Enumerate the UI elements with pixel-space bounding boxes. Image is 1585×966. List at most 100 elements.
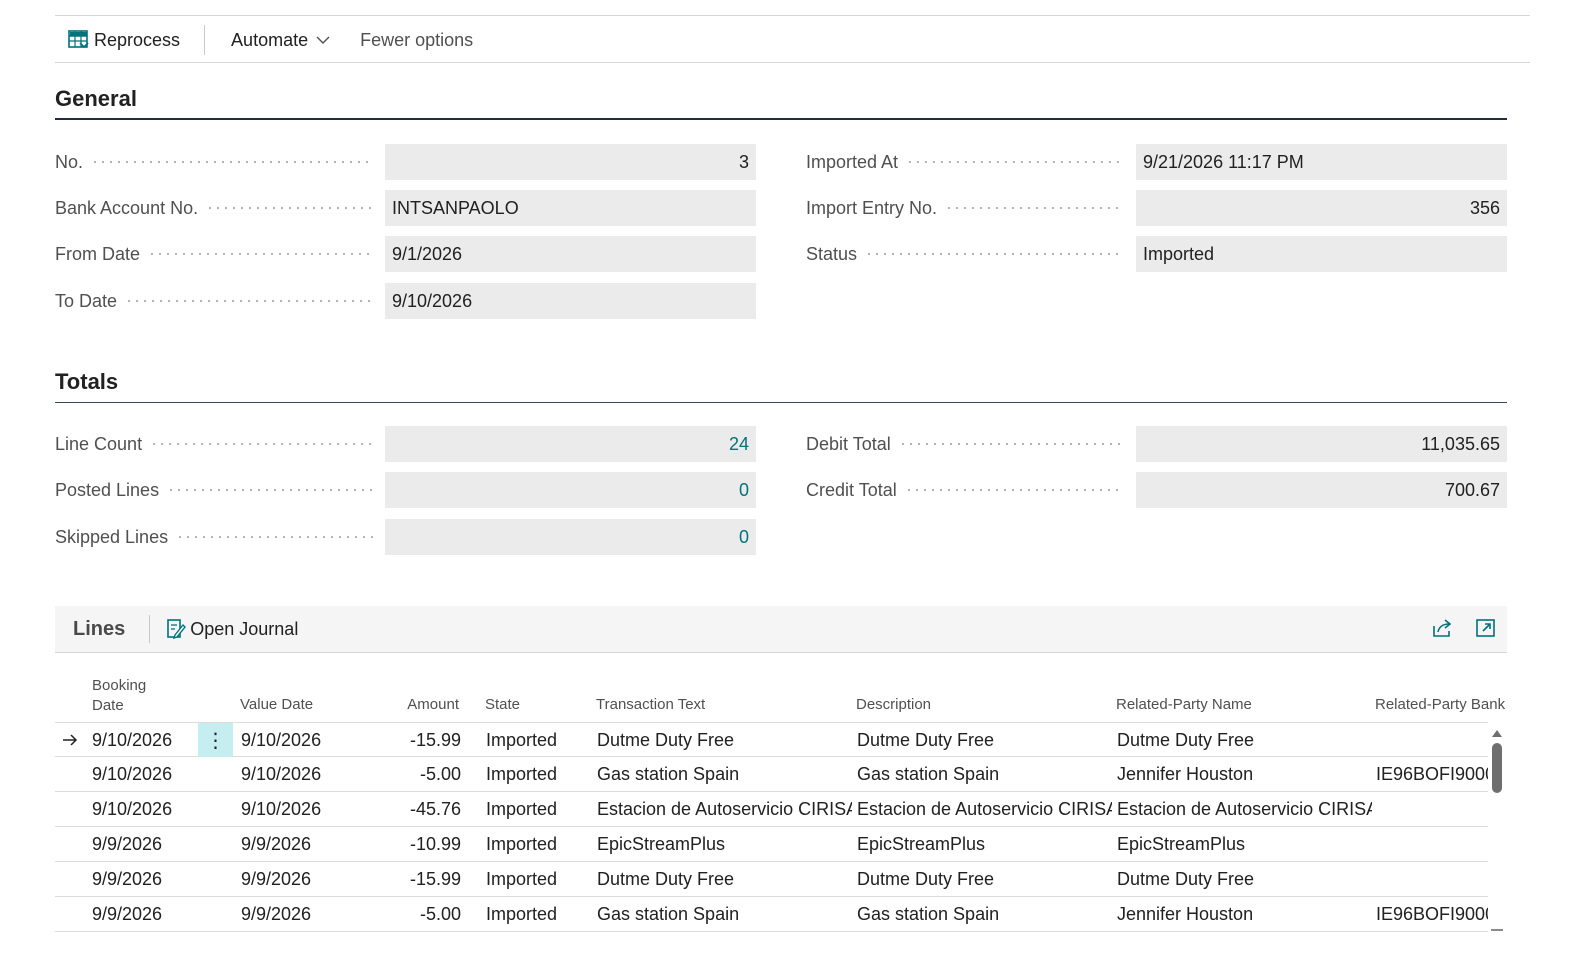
description-cell[interactable]: EpicStreamPlus bbox=[857, 827, 1112, 861]
import-entry-no-field: 356 bbox=[1136, 190, 1507, 226]
state-cell[interactable]: Imported bbox=[486, 792, 591, 826]
lines-title[interactable]: Lines bbox=[73, 618, 125, 641]
automate-menu-button[interactable]: Automate bbox=[219, 18, 342, 62]
general-section-title[interactable]: General bbox=[55, 86, 137, 112]
booking-date-cell[interactable]: 9/9/2026 bbox=[92, 897, 196, 931]
amount-cell[interactable]: -5.00 bbox=[375, 757, 461, 791]
related-party-bank-cell[interactable] bbox=[1376, 792, 1488, 826]
import-entry-no-label: Import Entry No. bbox=[806, 190, 1136, 226]
related-party-bank-cell[interactable] bbox=[1376, 862, 1488, 896]
description-cell[interactable]: Gas station Spain bbox=[857, 897, 1112, 931]
description-cell[interactable]: Estacion de Autoservicio CIRISA bbox=[857, 792, 1112, 826]
booking-date-cell[interactable]: 9/9/2026 bbox=[92, 862, 196, 896]
from-date-label: From Date bbox=[55, 236, 385, 272]
totals-section-divider bbox=[55, 402, 1507, 403]
state-cell[interactable]: Imported bbox=[486, 897, 591, 931]
value-date-cell[interactable]: 9/10/2026 bbox=[241, 757, 371, 791]
related-party-bank-cell[interactable] bbox=[1376, 827, 1488, 861]
lines-part: Lines Open Journal Booking Date Value Da… bbox=[55, 606, 1507, 932]
column-header-related-party-bank[interactable]: Related-Party Bank A bbox=[1375, 695, 1507, 715]
open-journal-button[interactable]: Open Journal bbox=[166, 618, 298, 640]
action-separator bbox=[204, 25, 206, 55]
imported-at-field: 9/21/2026 11:17 PM bbox=[1136, 144, 1507, 180]
posted-lines-label: Posted Lines bbox=[55, 472, 385, 508]
line-count-field[interactable]: 24 bbox=[385, 426, 756, 462]
related-party-name-cell[interactable]: Jennifer Houston bbox=[1117, 757, 1372, 791]
booking-date-cell[interactable]: 9/10/2026 bbox=[92, 757, 196, 791]
description-cell[interactable]: Gas station Spain bbox=[857, 757, 1112, 791]
amount-cell[interactable]: -15.99 bbox=[375, 862, 461, 896]
expand-icon[interactable] bbox=[1475, 617, 1497, 639]
transaction-text-cell[interactable]: EpicStreamPlus bbox=[597, 827, 852, 861]
value-date-cell[interactable]: 9/9/2026 bbox=[241, 897, 371, 931]
credit-total-field: 700.67 bbox=[1136, 472, 1507, 508]
vertical-scrollbar-thumb[interactable] bbox=[1492, 743, 1502, 793]
transaction-text-cell[interactable]: Gas station Spain bbox=[597, 897, 852, 931]
scroll-up-icon[interactable] bbox=[1491, 728, 1503, 738]
lines-header-actions bbox=[1431, 617, 1497, 639]
chevron-down-icon bbox=[316, 35, 330, 45]
table-row[interactable]: 9/9/2026 9/9/2026 -5.00 Imported Gas sta… bbox=[55, 897, 1488, 932]
amount-cell[interactable]: -5.00 bbox=[375, 897, 461, 931]
description-cell[interactable]: Dutme Duty Free bbox=[857, 723, 1112, 757]
amount-cell[interactable]: -15.99 bbox=[375, 723, 461, 757]
value-date-cell[interactable]: 9/9/2026 bbox=[241, 827, 371, 861]
skipped-lines-field[interactable]: 0 bbox=[385, 519, 756, 555]
column-header-booking-date[interactable]: Booking Date bbox=[92, 676, 146, 716]
value-date-cell[interactable]: 9/10/2026 bbox=[241, 723, 371, 757]
related-party-bank-cell[interactable]: IE96BOFI90001 bbox=[1376, 897, 1488, 931]
table-row[interactable]: 9/10/2026 9/10/2026 -45.76 Imported Esta… bbox=[55, 792, 1488, 827]
related-party-name-cell[interactable]: Jennifer Houston bbox=[1117, 897, 1372, 931]
table-row[interactable]: 9/9/2026 9/9/2026 -10.99 Imported EpicSt… bbox=[55, 827, 1488, 862]
table-row[interactable]: 9/10/2026 9/10/2026 -5.00 Imported Gas s… bbox=[55, 757, 1488, 792]
totals-section-title[interactable]: Totals bbox=[55, 369, 118, 395]
description-cell[interactable]: Dutme Duty Free bbox=[857, 862, 1112, 896]
state-cell[interactable]: Imported bbox=[486, 757, 591, 791]
fewer-options-button[interactable]: Fewer options bbox=[348, 18, 485, 62]
booking-date-cell[interactable]: 9/10/2026 bbox=[92, 723, 196, 757]
column-header-related-party-name[interactable]: Related-Party Name bbox=[1116, 695, 1252, 715]
table-row[interactable]: 9/9/2026 9/9/2026 -15.99 Imported Dutme … bbox=[55, 862, 1488, 897]
general-section-divider bbox=[55, 118, 1507, 120]
related-party-name-cell[interactable]: Dutme Duty Free bbox=[1117, 862, 1372, 896]
from-date-field: 9/1/2026 bbox=[385, 236, 756, 272]
open-journal-icon bbox=[166, 618, 187, 640]
row-menu-button[interactable]: ⋮ bbox=[198, 723, 233, 757]
top-divider bbox=[55, 15, 1530, 16]
value-date-cell[interactable]: 9/10/2026 bbox=[241, 792, 371, 826]
fewer-options-label: Fewer options bbox=[360, 29, 474, 50]
related-party-name-cell[interactable]: EpicStreamPlus bbox=[1117, 827, 1372, 861]
column-header-value-date[interactable]: Value Date bbox=[240, 695, 313, 715]
bank-account-no-label: Bank Account No. bbox=[55, 190, 385, 226]
state-cell[interactable]: Imported bbox=[486, 723, 591, 757]
column-header-state[interactable]: State bbox=[485, 695, 520, 715]
state-cell[interactable]: Imported bbox=[486, 827, 591, 861]
column-header-amount[interactable]: Amount bbox=[375, 695, 459, 715]
column-header-description[interactable]: Description bbox=[856, 695, 931, 715]
transaction-text-cell[interactable]: Dutme Duty Free bbox=[597, 723, 852, 757]
transaction-text-cell[interactable]: Estacion de Autoservicio CIRISA bbox=[597, 792, 852, 826]
share-icon[interactable] bbox=[1431, 617, 1453, 639]
amount-cell[interactable]: -10.99 bbox=[375, 827, 461, 861]
value-date-cell[interactable]: 9/9/2026 bbox=[241, 862, 371, 896]
column-header-transaction-text[interactable]: Transaction Text bbox=[596, 695, 705, 715]
skipped-lines-label: Skipped Lines bbox=[55, 519, 385, 555]
line-count-label: Line Count bbox=[55, 426, 385, 462]
transaction-text-cell[interactable]: Gas station Spain bbox=[597, 757, 852, 791]
posted-lines-field[interactable]: 0 bbox=[385, 472, 756, 508]
related-party-bank-cell[interactable]: IE96BOFI90001 bbox=[1376, 757, 1488, 791]
related-party-name-cell[interactable]: Estacion de Autoservicio CIRISA bbox=[1117, 792, 1372, 826]
table-row[interactable]: 9/10/2026 ⋮ 9/10/2026 -15.99 Imported Du… bbox=[55, 722, 1488, 757]
related-party-name-cell[interactable]: Dutme Duty Free bbox=[1117, 723, 1372, 757]
row-arrow-icon bbox=[61, 731, 79, 749]
transaction-text-cell[interactable]: Dutme Duty Free bbox=[597, 862, 852, 896]
imported-at-label: Imported At bbox=[806, 144, 1136, 180]
amount-cell[interactable]: -45.76 bbox=[375, 792, 461, 826]
status-label: Status bbox=[806, 236, 1136, 272]
booking-date-cell[interactable]: 9/9/2026 bbox=[92, 827, 196, 861]
to-date-label: To Date bbox=[55, 283, 385, 319]
reprocess-button[interactable]: Reprocess bbox=[55, 18, 192, 62]
related-party-bank-cell[interactable] bbox=[1376, 723, 1488, 757]
booking-date-cell[interactable]: 9/10/2026 bbox=[92, 792, 196, 826]
state-cell[interactable]: Imported bbox=[486, 862, 591, 896]
